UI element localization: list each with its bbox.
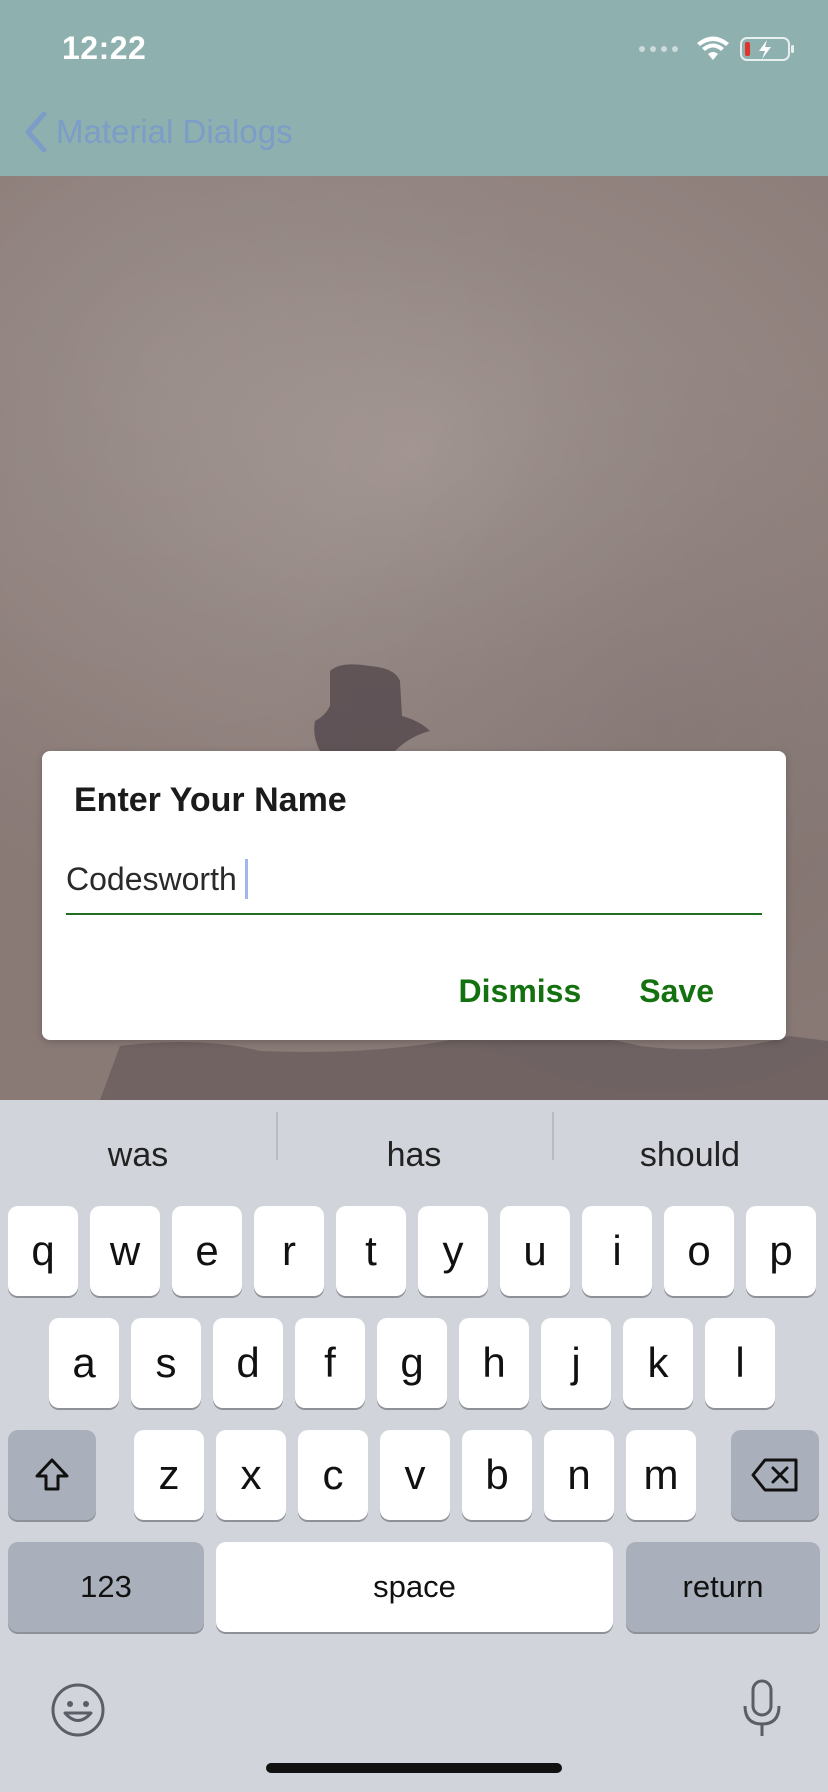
key-b[interactable]: b [462,1430,532,1520]
key-w[interactable]: w [90,1206,160,1296]
key-e[interactable]: e [172,1206,242,1296]
name-input-value: Codesworth [66,860,237,897]
chevron-left-icon [25,111,47,153]
dialog-actions: Dismiss Save [459,973,714,1010]
numbers-key[interactable]: 123 [8,1542,204,1632]
suggestion-item[interactable]: was [0,1136,276,1175]
key-m[interactable]: m [626,1430,696,1520]
key-v[interactable]: v [380,1430,450,1520]
back-button[interactable]: Material Dialogs [24,108,293,156]
save-button[interactable]: Save [639,973,714,1010]
suggestion-item[interactable]: has [276,1111,552,1175]
name-input[interactable]: Codesworth [66,855,762,915]
backspace-key[interactable] [731,1430,819,1520]
suggestion-item[interactable]: should [552,1111,828,1175]
text-cursor [244,859,248,899]
key-n[interactable]: n [544,1430,614,1520]
suggestion-bar: was has should [0,1100,828,1210]
key-z[interactable]: z [134,1430,204,1520]
battery-charging-icon [740,37,794,61]
status-icons [639,34,796,64]
key-g[interactable]: g [377,1318,447,1408]
key-p[interactable]: p [746,1206,816,1296]
return-key[interactable]: return [626,1542,820,1632]
key-l[interactable]: l [705,1318,775,1408]
key-o[interactable]: o [664,1206,734,1296]
key-f[interactable]: f [295,1318,365,1408]
cellular-signal-icon [639,46,678,52]
shift-key[interactable] [8,1430,96,1520]
top-bar: 12:22 Material Dialogs [0,0,828,176]
key-s[interactable]: s [131,1318,201,1408]
backspace-icon [751,1458,798,1492]
key-y[interactable]: y [418,1206,488,1296]
key-h[interactable]: h [459,1318,529,1408]
key-k[interactable]: k [623,1318,693,1408]
key-a[interactable]: a [49,1318,119,1408]
key-j[interactable]: j [541,1318,611,1408]
back-button-label: Material Dialogs [56,113,293,150]
dialog-title: Enter Your Name [74,781,347,819]
key-q[interactable]: q [8,1206,78,1296]
microphone-icon[interactable] [740,1678,784,1742]
key-t[interactable]: t [336,1206,406,1296]
keyboard: was has should qwertyuiop asdfghjkl zxcv… [0,1100,828,1792]
emoji-icon[interactable] [50,1682,106,1738]
status-time: 12:22 [62,30,147,66]
dismiss-button[interactable]: Dismiss [459,973,582,1010]
key-u[interactable]: u [500,1206,570,1296]
home-indicator [266,1763,562,1773]
wifi-icon [697,36,729,60]
name-dialog: Enter Your Name Codesworth Dismiss Save [42,751,786,1040]
key-c[interactable]: c [298,1430,368,1520]
key-x[interactable]: x [216,1430,286,1520]
shift-icon [35,1458,69,1491]
key-d[interactable]: d [213,1318,283,1408]
space-key[interactable]: space [216,1542,613,1632]
key-i[interactable]: i [582,1206,652,1296]
key-r[interactable]: r [254,1206,324,1296]
